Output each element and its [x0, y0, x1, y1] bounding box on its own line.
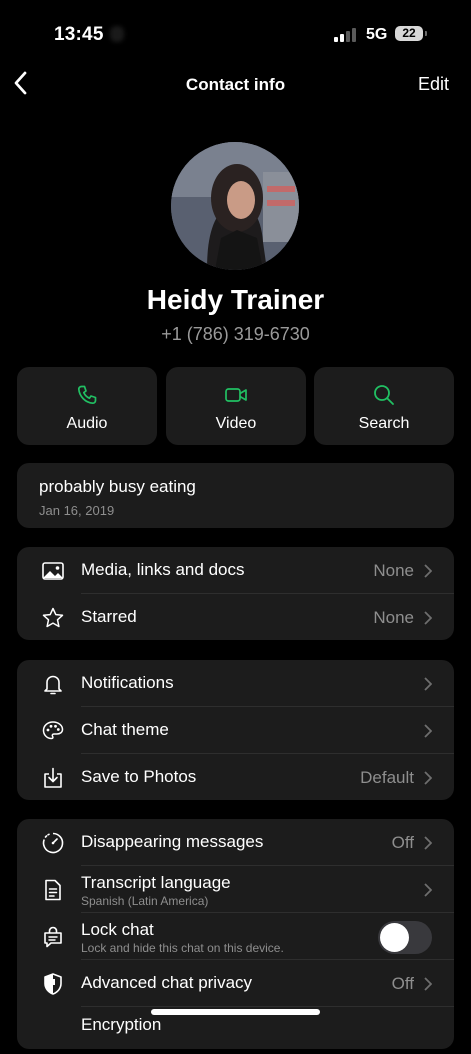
- about-date: Jan 16, 2019: [39, 503, 115, 518]
- bell-icon: [44, 675, 62, 695]
- chevron-right-icon: [424, 836, 432, 850]
- edit-button[interactable]: Edit: [418, 74, 449, 95]
- row-label: Transcript language: [81, 873, 231, 892]
- shield-icon: [44, 973, 62, 995]
- lock-chat-row: Lock chat Lock and hide this chat on thi…: [17, 913, 454, 960]
- about-card[interactable]: probably busy eating Jan 16, 2019: [17, 463, 454, 528]
- search-label: Search: [358, 415, 410, 432]
- chevron-right-icon: [424, 771, 432, 785]
- chevron-right-icon: [424, 883, 432, 897]
- row-value: Off: [391, 833, 414, 852]
- video-label: Video: [215, 415, 257, 432]
- media-group: Media, links and docs None Starred None: [17, 547, 454, 640]
- transcript-language-row[interactable]: Transcript language Spanish (Latin Ameri…: [17, 866, 454, 913]
- row-label: Media, links and docs: [81, 560, 245, 579]
- search-icon: [374, 385, 394, 405]
- toggle-knob: [380, 923, 409, 952]
- contact-name: Heidy Trainer: [146, 284, 325, 315]
- starred-row[interactable]: Starred None: [17, 594, 454, 641]
- avatar[interactable]: [171, 142, 299, 270]
- page-title: Contact info: [185, 75, 286, 94]
- profile-photo: [171, 142, 299, 270]
- nav-bar: Contact info Edit: [0, 62, 471, 106]
- chevron-right-icon: [424, 677, 432, 691]
- settings-group: Notifications Chat theme Save to Photos …: [17, 660, 454, 800]
- document-icon: [45, 879, 61, 901]
- palette-icon: [42, 721, 64, 740]
- row-value: None: [373, 561, 414, 580]
- row-subtitle: Spanish (Latin America): [81, 894, 209, 908]
- row-value: Off: [391, 974, 414, 993]
- video-icon: [225, 388, 247, 402]
- audio-label: Audio: [66, 415, 108, 432]
- about-text: probably busy eating: [39, 477, 196, 496]
- chat-theme-row[interactable]: Chat theme: [17, 707, 454, 754]
- row-label: Save to Photos: [81, 767, 197, 786]
- battery-tip: [425, 31, 427, 36]
- row-label: Lock chat: [81, 920, 154, 939]
- lock-chat-toggle[interactable]: [378, 921, 432, 954]
- row-label: Notifications: [81, 673, 174, 692]
- timer-icon: [42, 832, 64, 854]
- row-label: Starred: [81, 607, 137, 626]
- network-label: 5G: [366, 26, 388, 43]
- star-icon: [42, 607, 64, 628]
- video-call-button[interactable]: Video: [166, 367, 306, 445]
- audio-call-button[interactable]: Audio: [17, 367, 157, 445]
- chevron-right-icon: [424, 724, 432, 738]
- row-label: Advanced chat privacy: [81, 973, 253, 992]
- save-to-photos-row[interactable]: Save to Photos Default: [17, 754, 454, 801]
- chevron-right-icon: [424, 564, 432, 578]
- chevron-right-icon: [424, 977, 432, 991]
- status-bar: 13:45 5G 22: [0, 0, 471, 70]
- media-links-docs-row[interactable]: Media, links and docs None: [17, 547, 454, 594]
- home-indicator[interactable]: [151, 1009, 320, 1015]
- disappearing-messages-row[interactable]: Disappearing messages Off: [17, 819, 454, 866]
- row-label: Disappearing messages: [81, 832, 264, 851]
- chevron-right-icon: [424, 611, 432, 625]
- row-label: Encryption: [81, 1015, 162, 1034]
- notifications-row[interactable]: Notifications: [17, 660, 454, 707]
- search-button[interactable]: Search: [314, 367, 454, 445]
- status-indicator-blurred: [110, 26, 124, 42]
- row-value: Default: [360, 768, 414, 787]
- battery-icon: 22: [395, 26, 423, 41]
- lock-chat-icon: [44, 926, 62, 948]
- advanced-chat-privacy-row[interactable]: Advanced chat privacy Off: [17, 960, 454, 1007]
- battery-level: 22: [402, 26, 416, 40]
- contact-phone[interactable]: +1 (786) 319-6730: [0, 324, 471, 345]
- image-icon: [42, 562, 64, 580]
- save-icon: [44, 767, 62, 788]
- signal-icon: [334, 28, 360, 42]
- row-label: Chat theme: [81, 720, 169, 739]
- row-value: None: [373, 608, 414, 627]
- status-time: 13:45: [54, 24, 104, 45]
- row-subtitle: Lock and hide this chat on this device.: [81, 941, 284, 955]
- phone-icon: [77, 385, 97, 405]
